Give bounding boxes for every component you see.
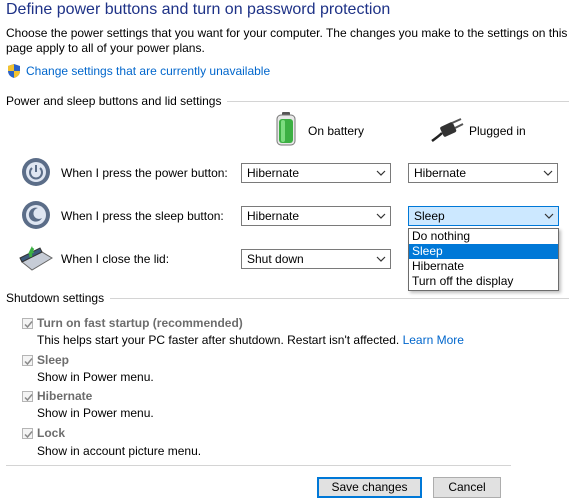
sleep-button-plugged-select[interactable]: Sleep xyxy=(408,206,559,226)
power-button-icon xyxy=(22,158,50,186)
chevron-down-icon xyxy=(376,213,386,219)
fast-startup-checkbox[interactable] xyxy=(22,318,33,329)
sleep-button-battery-select[interactable]: Hibernate xyxy=(241,206,391,226)
select-value: Hibernate xyxy=(414,166,467,180)
chevron-down-icon xyxy=(543,170,553,176)
sleep-desc: Show in Power menu. xyxy=(37,370,154,384)
select-value: Hibernate xyxy=(247,166,300,180)
power-button-label: When I press the power button: xyxy=(61,166,228,180)
chevron-down-icon xyxy=(376,256,386,262)
shutdown-section-title: Shutdown settings xyxy=(6,291,111,305)
power-section-title: Power and sleep buttons and lid settings xyxy=(6,94,228,108)
sleep-label: Sleep xyxy=(37,353,70,367)
learn-more-link[interactable]: Learn More xyxy=(403,333,464,347)
column-on-battery: On battery xyxy=(308,124,365,138)
sleep-checkbox[interactable] xyxy=(22,355,33,366)
cancel-button[interactable]: Cancel xyxy=(433,477,501,498)
select-value: Sleep xyxy=(414,209,445,223)
chevron-down-icon xyxy=(376,170,386,176)
dropdown-option-do-nothing[interactable]: Do nothing xyxy=(409,229,558,244)
battery-icon xyxy=(276,112,296,146)
shield-icon xyxy=(8,64,20,78)
change-settings-link[interactable]: Change settings that are currently unava… xyxy=(26,64,270,78)
column-plugged-in: Plugged in xyxy=(469,124,526,138)
hibernate-desc: Show in Power menu. xyxy=(37,406,154,420)
page-intro: Choose the power settings that you want … xyxy=(6,26,568,55)
dropdown-option-turn-off-display[interactable]: Turn off the display xyxy=(409,274,558,289)
hibernate-checkbox[interactable] xyxy=(22,391,33,402)
checkmark-icon xyxy=(24,431,33,439)
lock-desc: Show in account picture menu. xyxy=(37,444,202,458)
lid-close-label: When I close the lid: xyxy=(61,252,170,266)
dropdown-option-sleep[interactable]: Sleep xyxy=(409,244,558,259)
sleep-button-plugged-dropdown: Do nothing Sleep Hibernate Turn off the … xyxy=(408,228,559,291)
hibernate-label: Hibernate xyxy=(37,389,93,403)
footer-divider xyxy=(6,465,511,466)
select-value: Hibernate xyxy=(247,209,300,223)
power-button-battery-select[interactable]: Hibernate xyxy=(241,163,391,183)
plug-icon xyxy=(431,118,464,143)
fast-startup-desc: This helps start your PC faster after sh… xyxy=(37,333,464,347)
sleep-button-label: When I press the sleep button: xyxy=(61,209,224,223)
lock-checkbox[interactable] xyxy=(22,428,33,439)
dropdown-option-hibernate[interactable]: Hibernate xyxy=(409,259,558,274)
lock-label: Lock xyxy=(37,426,66,440)
sleep-button-icon xyxy=(22,201,50,229)
lid-close-battery-select[interactable]: Shut down xyxy=(241,249,391,269)
checkmark-icon xyxy=(24,321,33,329)
page-title: Define power buttons and turn on passwor… xyxy=(6,1,391,18)
fast-startup-label: Turn on fast startup (recommended) xyxy=(37,316,243,330)
power-button-plugged-select[interactable]: Hibernate xyxy=(408,163,558,183)
checkmark-icon xyxy=(24,358,33,366)
chevron-down-icon xyxy=(544,213,554,219)
save-changes-button[interactable]: Save changes xyxy=(317,477,422,498)
fast-startup-desc-text: This helps start your PC faster after sh… xyxy=(37,333,400,347)
checkmark-icon xyxy=(24,394,33,402)
select-value: Shut down xyxy=(247,252,304,266)
laptop-lid-icon xyxy=(19,246,53,271)
